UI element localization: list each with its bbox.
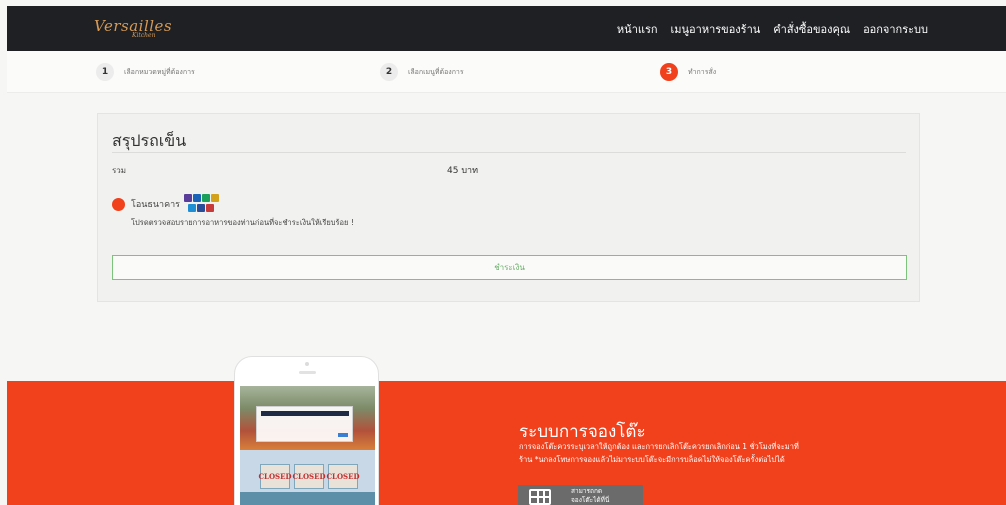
book-table-label-line: จองโต๊ะได้ที่นี่	[571, 496, 610, 504]
nav-link-logout[interactable]: ออกจากระบบ	[863, 20, 928, 38]
screen-form-bar	[261, 411, 349, 416]
bank-logos-icon	[184, 194, 222, 214]
closed-sign: CLOSED	[326, 464, 360, 489]
booking-description: การจองโต๊ะควรระบุเวลาให้ถูกต้อง และการยก…	[519, 440, 899, 466]
book-table-label: สามารถกด จองโต๊ะได้ที่นี่	[571, 487, 609, 505]
screen-bottom	[240, 492, 375, 505]
closed-sign: CLOSED	[292, 464, 326, 489]
payment-radio[interactable]	[112, 197, 125, 211]
payment-note: โปรดตรวจสอบรายการอาหารของท่านก่อนที่จะชำ…	[131, 218, 354, 227]
nav-link-menu[interactable]: เมนูอาหารของร้าน	[671, 20, 761, 38]
brand-logo-subtitle: Kitchen	[132, 32, 156, 39]
step-number-active: 3	[660, 63, 678, 81]
phone-mockup-image: CLOSED CLOSED CLOSED	[234, 356, 379, 505]
phone-camera	[305, 362, 309, 366]
checkout-steps: 1 เลือกหมวดหมู่ที่ต้องการ 2 เลือกเมนูที่…	[7, 51, 1006, 93]
step-number: 1	[96, 63, 114, 81]
nav-link-orders[interactable]: คำสั่งซื้อของคุณ	[773, 20, 850, 38]
screen-form-button	[338, 433, 348, 437]
step-number: 2	[380, 63, 398, 81]
payment-method-label: โอนธนาคาร	[131, 200, 180, 210]
step-order: 3 ทำการสั่ง	[660, 63, 716, 81]
phone-screen: CLOSED CLOSED CLOSED	[240, 386, 375, 505]
payment-option-bank-transfer[interactable]: โอนธนาคาร	[112, 194, 222, 214]
step-label: เลือกเมนูที่ต้องการ	[408, 67, 464, 76]
cart-summary-card: สรุปรถเข็น รวม 45 บาท โอนธนาคาร โปรดตรวจ…	[97, 113, 920, 302]
step-label: ทำการสั่ง	[688, 67, 717, 76]
phone-speaker	[299, 371, 316, 374]
screen-form	[256, 406, 353, 442]
total-value: 45 บาท	[447, 166, 479, 176]
pay-button[interactable]: ชำระเงิน	[112, 255, 907, 280]
nav-link-home[interactable]: หน้าแรก	[617, 20, 658, 38]
closed-signs: CLOSED CLOSED CLOSED	[258, 464, 360, 489]
booking-desc-line: ร้าน *นกลงโทษการจองแล้วไม่มาระบบโต๊ะจะมี…	[519, 455, 785, 464]
book-table-label-line: สามารถกด	[571, 487, 603, 495]
step-label: เลือกหมวดหมู่ที่ต้องการ	[124, 67, 195, 76]
step-menu: 2 เลือกเมนูที่ต้องการ	[380, 63, 464, 81]
nav-menu: หน้าแรก เมนูอาหารของร้าน คำสั่งซื้อของคุ…	[617, 6, 928, 51]
closed-sign: CLOSED	[258, 464, 292, 489]
total-label: รวม	[112, 166, 127, 175]
divider	[112, 152, 906, 153]
book-table-button[interactable]: สามารถกด จองโต๊ะได้ที่นี่	[518, 485, 643, 505]
cart-summary-title: สรุปรถเข็น	[112, 131, 187, 150]
table-grid-icon	[529, 489, 551, 505]
top-navbar: Versailles Kitchen หน้าแรก เมนูอาหารของร…	[7, 6, 1006, 51]
booking-desc-line: การจองโต๊ะควรระบุเวลาให้ถูกต้อง และการยก…	[519, 442, 799, 451]
step-category: 1 เลือกหมวดหมู่ที่ต้องการ	[96, 63, 195, 81]
